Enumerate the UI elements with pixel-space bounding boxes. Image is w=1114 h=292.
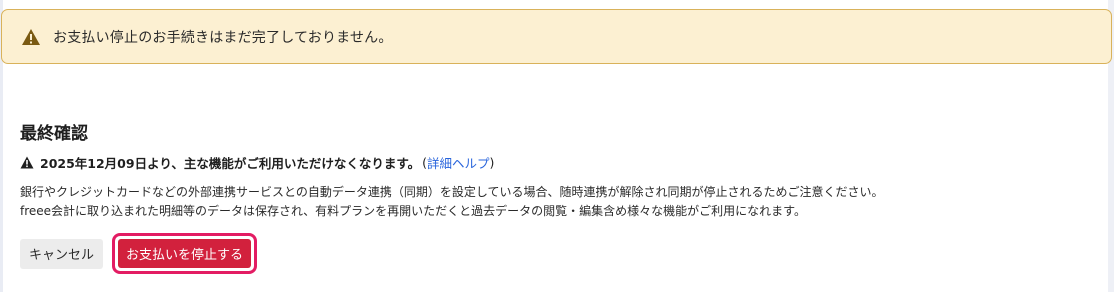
confirm-button-highlight: お支払いを停止する (112, 233, 258, 274)
warning-text: 2025年12月09日より、主な機能がご利用いただけなくなります。 (40, 155, 421, 171)
action-buttons: キャンセル お支払いを停止する (20, 233, 258, 274)
page: お支払い停止のお手続きはまだ完了しておりません。 最終確認 2025年12月09… (0, 0, 1114, 292)
detail-help-link[interactable]: 詳細ヘルプ (427, 153, 490, 172)
description-line: 銀行やクレジットカードなどの外部連携サービスとの自動データ連携（同期）を設定して… (20, 185, 884, 199)
section-title: 最終確認 (20, 124, 88, 144)
warning-icon (20, 156, 34, 169)
warning-icon (21, 28, 41, 46)
cancel-button[interactable]: キャンセル (20, 238, 104, 269)
alert-message: お支払い停止のお手続きはまだ完了しておりません。 (53, 29, 393, 46)
final-confirmation-section: 最終確認 2025年12月09日より、主な機能がご利用いただけなくなります。 (… (20, 122, 1100, 221)
description: 銀行やクレジットカードなどの外部連携サービスとの自動データ連携（同期）を設定して… (20, 183, 1100, 221)
alert-banner: お支払い停止のお手続きはまだ完了しておりません。 (1, 9, 1112, 64)
paren-close: ) (489, 154, 495, 170)
description-line: freee会計に取り込まれた明細等のデータは保存され、有料プランを再開いただくと… (20, 204, 806, 218)
stop-payment-button[interactable]: お支払いを停止する (118, 239, 252, 268)
warning-line: 2025年12月09日より、主な機能がご利用いただけなくなります。 ( 詳細ヘル… (20, 152, 1100, 172)
